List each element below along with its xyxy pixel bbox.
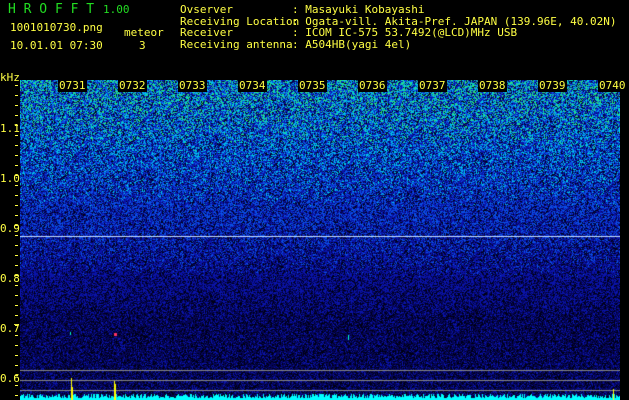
tick-mark <box>15 265 18 266</box>
tick-mark <box>15 295 18 296</box>
unit-label: kHz <box>0 71 20 84</box>
tick-mark <box>15 175 18 176</box>
tick-mark <box>15 85 18 86</box>
info-value: : A504HB(yagi 4el) <box>292 37 412 51</box>
tick-mark <box>15 345 18 346</box>
tick-mark <box>15 225 18 226</box>
tick-mark <box>15 335 18 336</box>
time-label: 0737 <box>418 79 447 92</box>
file-name: 1001010730.png <box>10 21 103 34</box>
time-label: 0736 <box>358 79 387 92</box>
tick-mark <box>15 125 18 126</box>
tick-mark <box>15 255 18 256</box>
tick-mark <box>15 305 18 306</box>
time-label: 0734 <box>238 79 267 92</box>
tick-mark <box>15 235 18 236</box>
app-version: 1.00 <box>103 3 130 16</box>
time-label: 0733 <box>178 79 207 92</box>
tick-mark <box>15 325 18 326</box>
meteor-count: 3 <box>139 39 146 52</box>
tick-mark <box>15 105 18 106</box>
app-title: H R O F F T <box>8 2 95 17</box>
tick-mark <box>15 135 18 136</box>
tick-mark <box>15 195 18 196</box>
tick-mark <box>15 185 18 186</box>
time-label: 0731 <box>58 79 87 92</box>
time-label: 0739 <box>538 79 567 92</box>
tick-mark <box>15 385 18 386</box>
time-label: 0738 <box>478 79 507 92</box>
tick-mark <box>15 215 18 216</box>
spectrogram <box>20 80 620 400</box>
tick-mark <box>15 245 18 246</box>
tick-mark <box>15 395 18 396</box>
tick-mark <box>15 115 18 116</box>
time-label: 0740 <box>598 79 627 92</box>
info-label: Receiving antenna <box>180 37 293 51</box>
tick-mark <box>15 155 18 156</box>
tick-mark <box>15 355 18 356</box>
time-label: 0735 <box>298 79 327 92</box>
tick-mark <box>15 165 18 166</box>
tick-mark <box>15 205 18 206</box>
meteor-label: meteor <box>124 26 164 39</box>
tick-mark <box>15 375 18 376</box>
tick-mark <box>15 275 18 276</box>
tick-mark <box>15 95 18 96</box>
file-datetime: 10.01.01 07:30 <box>10 39 103 52</box>
tick-mark <box>15 145 18 146</box>
tick-mark <box>15 285 18 286</box>
tick-mark <box>15 315 18 316</box>
tick-mark <box>15 365 18 366</box>
time-label: 0732 <box>118 79 147 92</box>
